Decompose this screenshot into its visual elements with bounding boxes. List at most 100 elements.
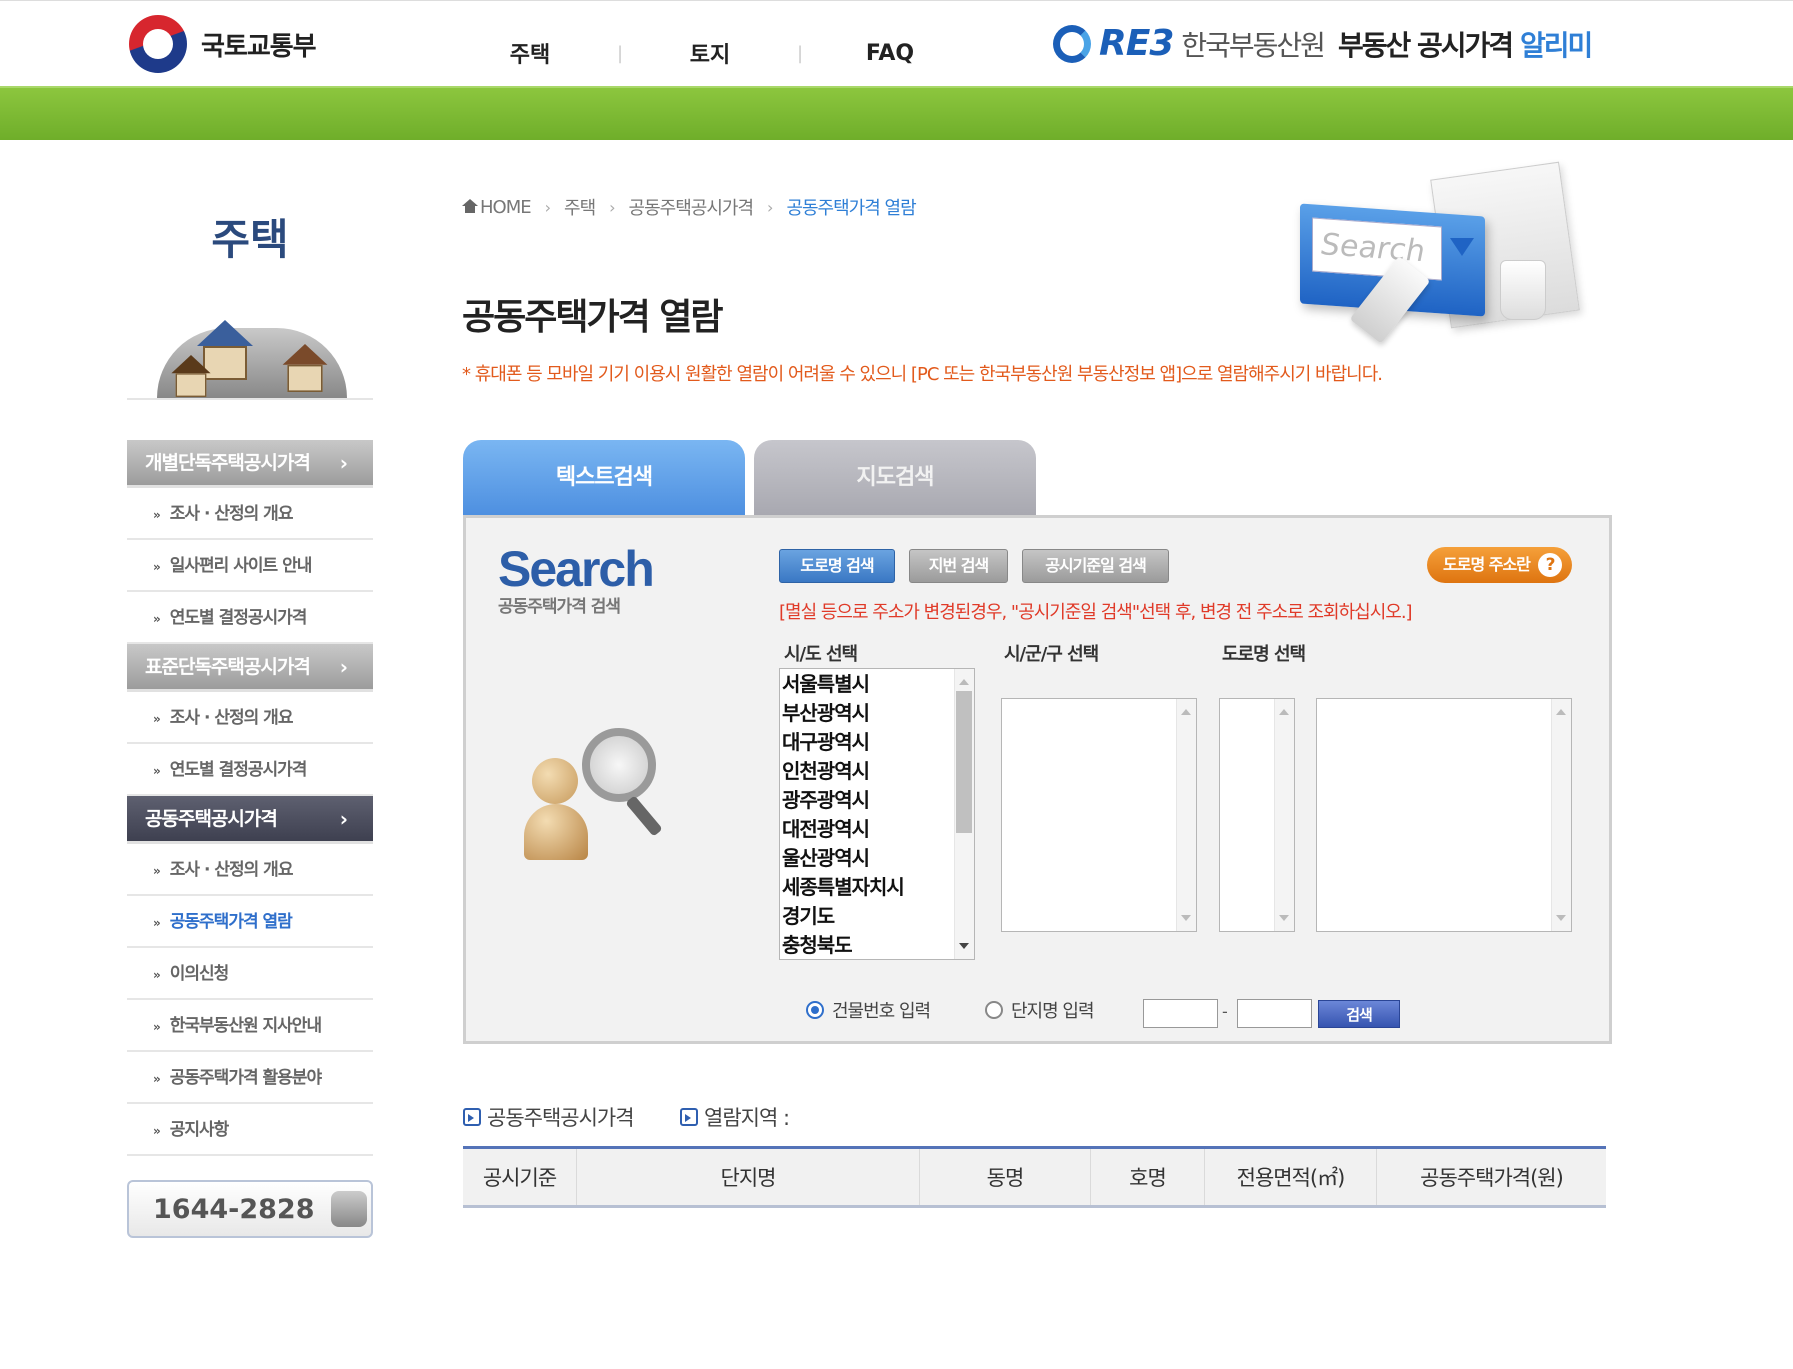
double-arrow-icon: »: [153, 968, 161, 982]
scroll-down-arrow-icon[interactable]: [1181, 915, 1191, 921]
column-header: 공시기준: [463, 1149, 577, 1205]
road-name-search-button[interactable]: 도로명 검색: [779, 549, 895, 583]
notice-date-search-button[interactable]: 공시기준일 검색: [1022, 549, 1169, 583]
road-name-select-list[interactable]: [1316, 698, 1572, 932]
double-arrow-icon: »: [153, 864, 161, 878]
scrollbar[interactable]: [1274, 699, 1294, 931]
sidebar-item-survey-overview[interactable]: » 조사 · 산정의 개요: [127, 844, 373, 896]
sidebar-item-label: 공동주택가격 열람: [169, 912, 293, 932]
sido-option[interactable]: 울산광역시: [782, 844, 974, 873]
main-number-input[interactable]: [1143, 999, 1218, 1028]
breadcrumb-housing[interactable]: 주택: [564, 194, 596, 220]
sido-option[interactable]: 서울특별시: [782, 670, 974, 699]
sidebar-item-notices[interactable]: » 공지사항: [127, 1104, 373, 1156]
road-initial-select-list[interactable]: [1219, 698, 1295, 932]
scrollbar[interactable]: [1176, 699, 1196, 931]
scroll-down-arrow-icon[interactable]: [1556, 915, 1566, 921]
sido-select-list[interactable]: 서울특별시 부산광역시 대구광역시 인천광역시 광주광역시 대전광역시 울산광역…: [779, 668, 975, 960]
scroll-up-arrow-icon[interactable]: [959, 679, 969, 685]
road-address-help-button[interactable]: 도로명 주소란 ?: [1427, 547, 1572, 583]
reb-logo[interactable]: RE3 한국부동산원 부동산 공시가격 알리미: [1053, 23, 1593, 64]
ministry-logo[interactable]: 국토교통부: [129, 15, 317, 73]
help-button-label: 도로명 주소란: [1443, 555, 1531, 574]
sidebar-item-branch-guide[interactable]: » 한국부동산원 지사안내: [127, 1000, 373, 1052]
sidebar-item-yearly-prices[interactable]: » 연도별 결정공시가격: [127, 744, 373, 796]
breadcrumb-home[interactable]: HOME: [462, 197, 532, 218]
sido-option[interactable]: 부산광역시: [782, 699, 974, 728]
nav-faq[interactable]: FAQ: [840, 41, 940, 66]
building-number-radio[interactable]: 건물번호 입력: [806, 997, 931, 1023]
nav-separator: |: [616, 42, 624, 64]
bullet-arrow-icon: [463, 1108, 481, 1126]
sido-option[interactable]: 충청북도: [782, 931, 974, 959]
service-name: 부동산 공시가격: [1337, 28, 1514, 62]
sido-option[interactable]: 인천광역시: [782, 757, 974, 786]
sidebar-item-label: 이의신청: [169, 964, 230, 984]
double-arrow-icon: »: [153, 764, 161, 778]
tab-map-search[interactable]: 지도검색: [754, 440, 1036, 516]
sidebar-item-objection[interactable]: » 이의신청: [127, 948, 373, 1000]
sidebar-item-label: 공동주택가격 활용분야: [169, 1068, 322, 1088]
results-price-label: 공동주택공시가격: [487, 1106, 635, 1130]
ministry-name: 국토교통부: [201, 31, 317, 62]
person-head: [532, 758, 578, 804]
scrollbar[interactable]: [1551, 699, 1571, 931]
radio-unselected-icon[interactable]: [985, 1001, 1003, 1019]
breadcrumb-apartment-price[interactable]: 공동주택공시가격: [629, 194, 754, 220]
sidebar-item-label: 조사 · 산정의 개요: [169, 504, 294, 524]
scroll-up-arrow-icon[interactable]: [1556, 709, 1566, 715]
sidebar-item-survey-overview[interactable]: » 조사 · 산정의 개요: [127, 692, 373, 744]
nav-separator: |: [796, 42, 804, 64]
sidebar-category-individual-house[interactable]: 개별단독주택공시가격 ›: [127, 440, 373, 488]
sido-option[interactable]: 경기도: [782, 902, 974, 931]
sido-option[interactable]: 광주광역시: [782, 786, 974, 815]
radio-selected-icon[interactable]: [806, 1001, 824, 1019]
scroll-down-arrow-icon[interactable]: [1279, 915, 1289, 921]
search-submit-button[interactable]: 검색: [1318, 1000, 1400, 1028]
column-header: 공동주택가격(원): [1420, 1166, 1564, 1190]
sidebar-item-label: 일사편리 사이트 안내: [169, 556, 313, 576]
category-label: 공동주택공시가격: [145, 808, 278, 830]
sidebar-item-label: 연도별 결정공시가격: [169, 608, 308, 628]
scroll-down-arrow-icon[interactable]: [959, 943, 969, 949]
double-arrow-icon: »: [153, 612, 161, 626]
sidebar-item-usage-fields[interactable]: » 공동주택가격 활용분야: [127, 1052, 373, 1104]
scroll-up-arrow-icon[interactable]: [1181, 709, 1191, 715]
sidebar-item-yearly-prices[interactable]: » 연도별 결정공시가격: [127, 592, 373, 644]
sidebar-item-ilsapyeonri-guide[interactable]: » 일사편리 사이트 안내: [127, 540, 373, 592]
sidebar-category-apartment[interactable]: 공동주택공시가격 ›: [127, 796, 373, 844]
service-name-alimi: 알리미: [1520, 28, 1593, 62]
scrollbar[interactable]: [954, 669, 974, 959]
nav-land[interactable]: 토지: [660, 37, 760, 69]
sidebar-item-survey-overview[interactable]: » 조사 · 산정의 개요: [127, 488, 373, 540]
double-arrow-icon: »: [153, 508, 161, 522]
sidebar-category-standard-house[interactable]: 표준단독주택공시가격 ›: [127, 644, 373, 692]
sido-option[interactable]: 세종특별자치시: [782, 873, 974, 902]
radio-label: 건물번호 입력: [832, 1001, 931, 1022]
scrollbar-thumb[interactable]: [956, 691, 972, 833]
complex-name-radio[interactable]: 단지명 입력: [985, 997, 1095, 1023]
top-navigation: 주택 | 토지 | FAQ: [480, 37, 940, 69]
tab-text-search[interactable]: 텍스트검색: [463, 440, 745, 516]
sigungu-label: 시/군/구 선택: [1004, 644, 1099, 665]
left-sidebar: 주택 개별단독주택공시가격 › » 조사 · 산정의 개요 » 일사편리 사이트 안…: [127, 210, 373, 1238]
results-table-header: 공시기준 단지명 동명 호명 전용면적(㎡) 공동주택가격(원): [463, 1146, 1606, 1208]
pen-cup-icon: [1500, 260, 1546, 320]
road-label: 도로명 선택: [1222, 644, 1306, 665]
lot-number-search-button[interactable]: 지번 검색: [909, 549, 1008, 583]
sidebar-item-apartment-price-view[interactable]: » 공동주택가격 열람: [127, 896, 373, 948]
nav-housing[interactable]: 주택: [480, 37, 580, 69]
search-panel: Search 공동주택가격 검색 도로명 검색 지번 검색 공시기준일 검색 도…: [463, 515, 1612, 1044]
sidebar-item-label: 조사 · 산정의 개요: [169, 708, 294, 728]
call-center-box: 1644-2828: [127, 1180, 373, 1238]
header-green-band: [0, 86, 1793, 140]
scroll-up-arrow-icon[interactable]: [1279, 709, 1289, 715]
breadcrumb: HOME › 주택 › 공동주택공시가격 › 공동주택가격 열람: [462, 194, 917, 220]
sub-number-input[interactable]: [1237, 999, 1312, 1028]
sigungu-select-list[interactable]: [1001, 698, 1197, 932]
sido-option[interactable]: 대전광역시: [782, 815, 974, 844]
sido-option[interactable]: 대구광역시: [782, 728, 974, 757]
column-header: 전용면적(㎡): [1205, 1149, 1377, 1205]
breadcrumb-separator: ›: [767, 197, 773, 217]
results-region-label: 열람지역 :: [704, 1106, 790, 1130]
